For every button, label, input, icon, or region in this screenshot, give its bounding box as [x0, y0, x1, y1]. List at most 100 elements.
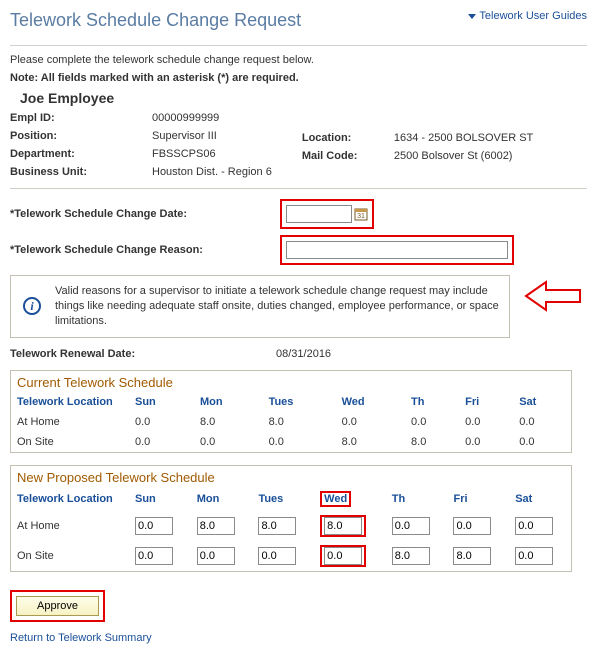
- proposed-schedule-title: New Proposed Telework Schedule: [11, 466, 571, 487]
- schedule-input[interactable]: [324, 517, 362, 535]
- business-unit-label: Business Unit:: [10, 166, 140, 178]
- change-reason-input[interactable]: [286, 241, 508, 259]
- annotation-arrow-icon: [524, 278, 584, 314]
- col-header-location: Telework Location: [11, 487, 129, 511]
- schedule-cell: 8.0: [263, 412, 336, 432]
- col-header-sat: Sat: [513, 392, 571, 412]
- employee-info: Empl ID: 00000999999 Position: Superviso…: [10, 112, 587, 178]
- row-location: At Home: [11, 511, 129, 541]
- schedule-cell: [509, 511, 571, 541]
- change-reason-highlight: [280, 235, 514, 265]
- svg-text:31: 31: [357, 213, 365, 220]
- schedule-input[interactable]: [258, 547, 296, 565]
- page-title: Telework Schedule Change Request: [10, 10, 301, 37]
- schedule-cell: [129, 541, 191, 571]
- schedule-cell: [129, 511, 191, 541]
- mail-code-value: 2500 Bolsover St (6002): [394, 150, 533, 162]
- guides-link-label: Telework User Guides: [479, 10, 587, 22]
- approve-highlight: Approve: [10, 590, 105, 622]
- col-header-fri: Fri: [459, 392, 513, 412]
- schedule-input[interactable]: [515, 517, 553, 535]
- current-schedule-title: Current Telework Schedule: [11, 371, 571, 392]
- schedule-input[interactable]: [258, 517, 296, 535]
- business-unit-value: Houston Dist. - Region 6: [152, 166, 272, 178]
- col-header-fri: Fri: [447, 487, 509, 511]
- table-row: At Home: [11, 511, 571, 541]
- wed-cell-highlight: [320, 545, 366, 567]
- schedule-cell: 0.0: [263, 432, 336, 452]
- col-header-th: Th: [405, 392, 459, 412]
- info-box: i Valid reasons for a supervisor to init…: [10, 275, 510, 338]
- schedule-cell: 0.0: [194, 432, 263, 452]
- col-header-mon: Mon: [194, 392, 263, 412]
- approve-button[interactable]: Approve: [16, 596, 99, 616]
- schedule-input[interactable]: [515, 547, 553, 565]
- schedule-input[interactable]: [197, 547, 235, 565]
- schedule-input[interactable]: [453, 547, 491, 565]
- proposed-schedule-table: Telework LocationSunMonTuesWedThFriSat A…: [11, 487, 571, 571]
- col-header-sun: Sun: [129, 487, 191, 511]
- table-row: At Home0.08.08.00.00.00.00.0: [11, 412, 571, 432]
- table-row: On Site: [11, 541, 571, 571]
- schedule-input[interactable]: [453, 517, 491, 535]
- wed-cell-highlight: [320, 515, 366, 537]
- schedule-cell: 8.0: [336, 432, 405, 452]
- schedule-cell: 8.0: [194, 412, 263, 432]
- schedule-input[interactable]: [392, 547, 430, 565]
- schedule-cell: 0.0: [513, 432, 571, 452]
- department-label: Department:: [10, 148, 140, 160]
- schedule-cell: [191, 541, 253, 571]
- department-value: FBSSCPS06: [152, 148, 272, 160]
- empl-id-value: 00000999999: [152, 112, 272, 124]
- current-schedule-table: Telework LocationSunMonTuesWedThFriSat A…: [11, 392, 571, 452]
- schedule-cell: 0.0: [513, 412, 571, 432]
- schedule-cell: 0.0: [129, 412, 194, 432]
- schedule-cell: [447, 511, 509, 541]
- schedule-cell: [447, 541, 509, 571]
- proposed-schedule-panel: New Proposed Telework Schedule Telework …: [10, 465, 572, 572]
- schedule-input[interactable]: [135, 547, 173, 565]
- employee-name: Joe Employee: [20, 90, 587, 106]
- location-label: Location:: [302, 132, 382, 144]
- row-location: On Site: [11, 541, 129, 571]
- col-header-location: Telework Location: [11, 392, 129, 412]
- schedule-cell: [386, 511, 448, 541]
- schedule-input[interactable]: [392, 517, 430, 535]
- row-location: On Site: [11, 432, 129, 452]
- col-header-wed: Wed: [314, 487, 386, 511]
- schedule-input[interactable]: [324, 547, 362, 565]
- col-header-mon: Mon: [191, 487, 253, 511]
- wed-header-highlight: Wed: [320, 491, 351, 507]
- change-date-label: *Telework Schedule Change Date:: [10, 208, 280, 220]
- renewal-date-value: 08/31/2016: [276, 348, 331, 360]
- info-icon: i: [23, 297, 41, 315]
- telework-user-guides-link[interactable]: Telework User Guides: [468, 10, 587, 22]
- info-text: Valid reasons for a supervisor to initia…: [55, 284, 499, 329]
- section-divider: [10, 188, 587, 189]
- schedule-cell: [252, 511, 314, 541]
- return-to-summary-link[interactable]: Return to Telework Summary: [10, 632, 152, 644]
- schedule-input[interactable]: [197, 517, 235, 535]
- table-row: On Site0.00.00.08.08.00.00.0: [11, 432, 571, 452]
- empl-id-label: Empl ID:: [10, 112, 140, 124]
- col-header-th: Th: [386, 487, 448, 511]
- instruction-line-2: Note: All fields marked with an asterisk…: [10, 72, 587, 84]
- schedule-cell: [314, 541, 386, 571]
- col-header-tues: Tues: [252, 487, 314, 511]
- schedule-cell: 0.0: [336, 412, 405, 432]
- dropdown-icon: [468, 14, 476, 19]
- calendar-icon[interactable]: 31: [354, 207, 368, 221]
- col-header-tues: Tues: [263, 392, 336, 412]
- schedule-cell: [252, 541, 314, 571]
- schedule-cell: 0.0: [129, 432, 194, 452]
- schedule-cell: [509, 541, 571, 571]
- change-date-input[interactable]: [286, 205, 352, 223]
- row-location: At Home: [11, 412, 129, 432]
- col-header-wed: Wed: [336, 392, 405, 412]
- schedule-input[interactable]: [135, 517, 173, 535]
- divider: [10, 45, 587, 46]
- schedule-cell: 0.0: [405, 412, 459, 432]
- instruction-line-1: Please complete the telework schedule ch…: [10, 54, 587, 66]
- schedule-cell: [191, 511, 253, 541]
- mail-code-label: Mail Code:: [302, 150, 382, 162]
